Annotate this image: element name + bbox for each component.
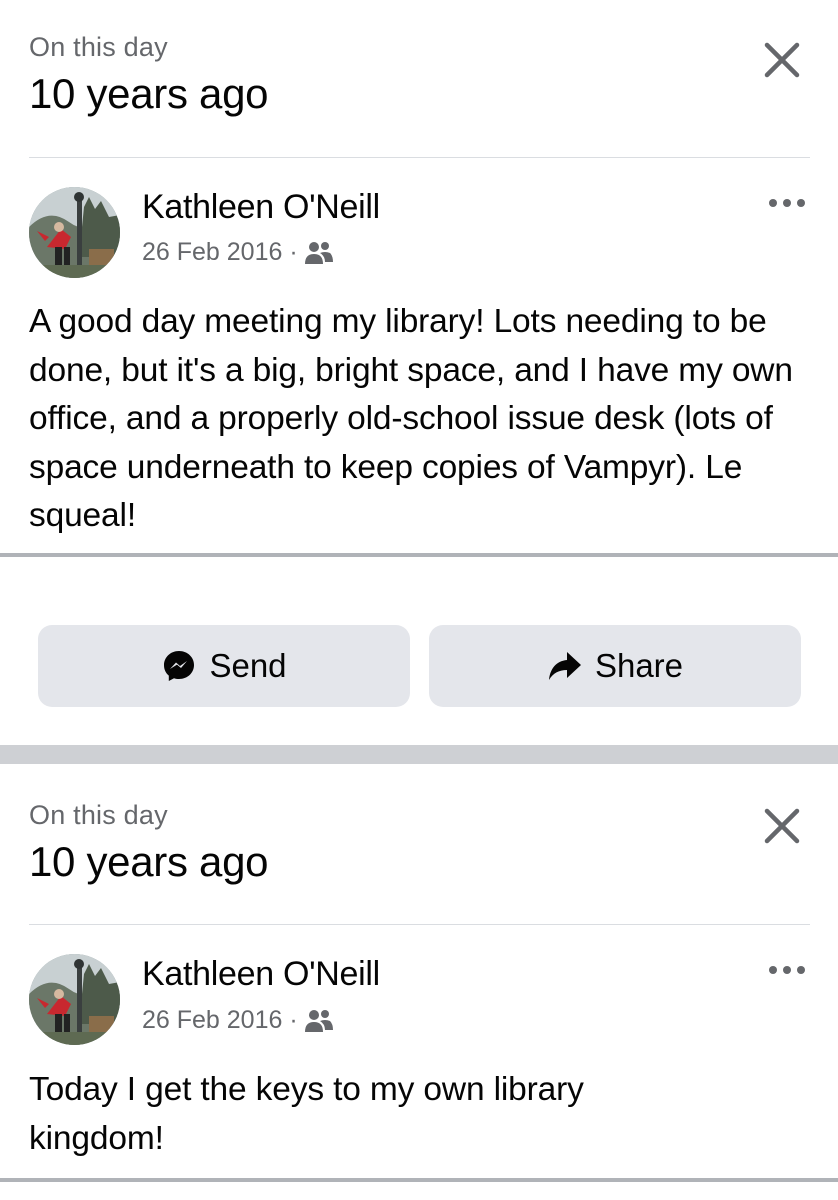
close-icon: [764, 808, 800, 844]
post-text: A good day meeting my library! Lots need…: [29, 303, 793, 534]
more-options-button[interactable]: [763, 958, 811, 982]
more-options-icon: [769, 199, 805, 207]
close-button[interactable]: [758, 36, 806, 84]
memory-kicker: On this day: [29, 32, 168, 62]
post-meta: 26 Feb 2016 ·: [142, 238, 334, 267]
close-button[interactable]: [758, 802, 806, 850]
send-button[interactable]: Send: [38, 625, 410, 707]
card-separator: [0, 745, 838, 764]
messenger-icon: [161, 648, 197, 684]
post-meta: 26 Feb 2016 ·: [142, 1006, 334, 1035]
profile-photo: [29, 187, 120, 278]
close-icon: [764, 42, 800, 78]
post-divider: [0, 1178, 838, 1182]
post-divider: [0, 553, 838, 557]
more-options-icon: [769, 966, 805, 974]
post-date[interactable]: 26 Feb 2016: [142, 1006, 282, 1035]
post-date[interactable]: 26 Feb 2016: [142, 238, 282, 267]
avatar[interactable]: [29, 187, 120, 278]
memory-card: On this day 10 years ago Kathleen O'Neil…: [0, 764, 838, 1200]
avatar[interactable]: [29, 954, 120, 1045]
header-divider: [29, 924, 810, 925]
author-name[interactable]: Kathleen O'Neill: [142, 188, 380, 227]
header-divider: [29, 157, 810, 158]
memory-card: On this day 10 years ago Kathleen O'Neil…: [0, 0, 838, 745]
meta-separator: ·: [289, 1006, 298, 1034]
share-label: Share: [594, 647, 684, 684]
post-text: Today I get the keys to my own library k…: [29, 1071, 584, 1157]
profile-photo: [29, 954, 120, 1045]
more-options-button[interactable]: [763, 191, 811, 215]
memory-title: 10 years ago: [29, 838, 269, 885]
friends-icon[interactable]: [304, 1008, 334, 1034]
memory-title: 10 years ago: [29, 70, 269, 117]
share-button[interactable]: Share: [429, 625, 801, 707]
share-arrow-icon: [547, 648, 583, 684]
memories-feed: On this day 10 years ago Kathleen O'Neil…: [0, 0, 838, 1200]
author-name[interactable]: Kathleen O'Neill: [142, 955, 380, 994]
friends-icon[interactable]: [304, 240, 334, 266]
memory-kicker: On this day: [29, 800, 168, 830]
meta-separator: ·: [289, 238, 298, 266]
send-label: Send: [209, 647, 287, 684]
